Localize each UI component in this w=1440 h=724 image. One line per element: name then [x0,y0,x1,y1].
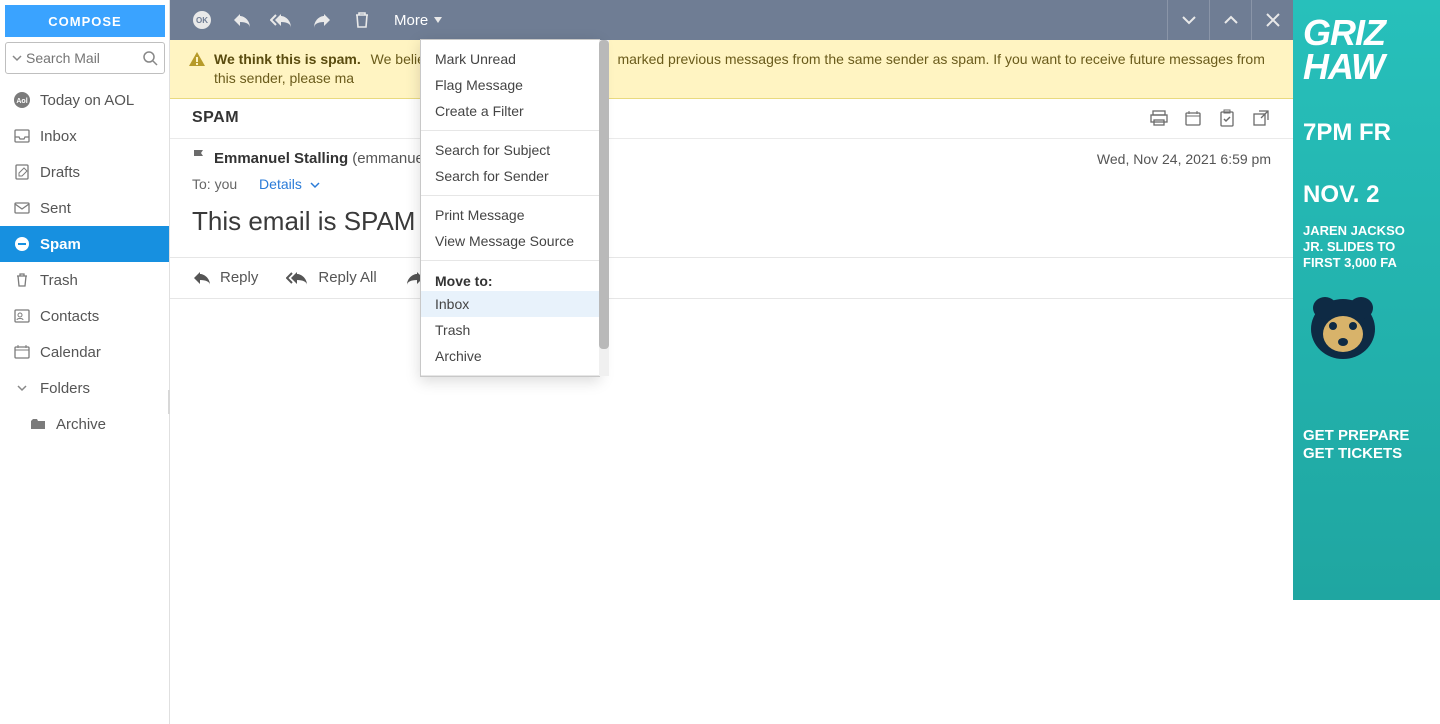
search-mail[interactable] [5,42,165,74]
calendar-add-icon[interactable] [1183,108,1203,128]
popout-icon[interactable] [1251,108,1271,128]
menu-print[interactable]: Print Message [421,202,599,228]
message-nav [1167,0,1293,40]
compose-button[interactable]: COMPOSE [5,5,165,37]
nav-folders[interactable]: Folders [0,370,169,406]
delete-button[interactable] [342,0,382,40]
aol-icon: Aol [12,92,32,108]
menu-mark-unread[interactable]: Mark Unread [421,46,599,72]
reply-button[interactable] [222,0,262,40]
nav-calendar-label: Calendar [40,344,101,361]
nav-sent-label: Sent [40,200,71,217]
folder-row: SPAM [170,99,1293,139]
chevron-down-icon [12,383,32,393]
nav-today-label: Today on AOL [40,92,134,109]
sent-icon [12,202,32,214]
nav-list: Aol Today on AOL Inbox Drafts Sent Spam … [0,82,169,442]
nav-trash[interactable]: Trash [0,262,169,298]
menu-scrollbar-thumb[interactable] [599,40,609,349]
folder-icon [28,418,48,430]
menu-move-archive[interactable]: Archive [421,343,599,369]
ad-subtext: JAREN JACKSO JR. SLIDES TO FIRST 3,000 F… [1303,223,1430,272]
more-button[interactable]: More [382,0,454,40]
menu-search-subject[interactable]: Search for Subject [421,137,599,163]
nav-inbox-label: Inbox [40,128,77,145]
calendar-icon [12,345,32,359]
menu-create-filter[interactable]: Create a Filter [421,98,599,124]
more-menu: Mark Unread Flag Message Create a Filter… [420,39,600,377]
svg-text:Aol: Aol [16,98,27,105]
ad-footer: GET PREPARE GET TICKETS [1303,427,1430,463]
message-content: We think this is spam. We believe marked… [170,40,1293,724]
svg-text:OK: OK [196,16,208,25]
nav-today[interactable]: Aol Today on AOL [0,82,169,118]
from-name: Emmanuel Stalling [214,150,348,167]
folder-name: SPAM [192,109,239,127]
sidebar: COMPOSE Aol Today on AOL Inbox Drafts Se… [0,0,170,724]
warning-icon [188,51,206,70]
menu-search-sender[interactable]: Search for Sender [421,163,599,189]
to-label: To: [192,176,211,192]
banner-title: We think this is spam. [214,51,361,67]
reply-action[interactable]: Reply [192,269,258,286]
message-date: Wed, Nov 24, 2021 6:59 pm [1097,151,1271,167]
message-subject: This email is SPAM [192,206,1271,237]
grizzlies-logo-icon [1303,294,1430,367]
reply-bar: Reply Reply All [170,257,1293,299]
more-label: More [394,12,428,29]
ad-date: NOV. 2 [1303,182,1430,207]
ad-time: 7PM FR [1303,120,1430,145]
nav-contacts-label: Contacts [40,308,99,325]
spam-icon [12,236,32,252]
chevron-down-icon [310,181,320,189]
message-toolbar: OK More [170,0,1293,40]
menu-flag-message[interactable]: Flag Message [421,72,599,98]
contacts-icon [12,309,32,323]
nav-trash-label: Trash [40,272,78,289]
ad-headline-1: GRIZ [1303,16,1430,50]
next-message-button[interactable] [1167,0,1209,40]
reply-all-icon [286,271,310,285]
menu-move-inbox[interactable]: Inbox [421,291,599,317]
flag-icon[interactable] [192,149,206,168]
inbox-icon [12,129,32,143]
nav-spam[interactable]: Spam [0,226,169,262]
search-input[interactable] [26,50,138,66]
menu-scrollbar-track [599,40,609,376]
reply-all-button[interactable] [262,0,302,40]
search-icon[interactable] [142,50,158,66]
ok-button[interactable]: OK [182,0,222,40]
task-icon[interactable] [1217,108,1237,128]
prev-message-button[interactable] [1209,0,1251,40]
forward-button[interactable] [302,0,342,40]
to-value: you [215,176,238,192]
ad-banner[interactable]: GRIZ HAW 7PM FR NOV. 2 JAREN JACKSO JR. … [1293,0,1440,600]
message-header: Emmanuel Stalling (emmanuelkstal Wed, No… [170,139,1293,243]
drafts-icon [12,164,32,180]
close-message-button[interactable] [1251,0,1293,40]
nav-drafts[interactable]: Drafts [0,154,169,190]
reply-icon [192,271,212,285]
menu-move-header: Move to: [421,267,599,291]
caret-down-icon [434,17,442,23]
chevron-down-icon [12,53,22,63]
nav-archive-label: Archive [56,416,106,433]
nav-calendar[interactable]: Calendar [0,334,169,370]
nav-spam-label: Spam [40,236,81,253]
menu-move-trash[interactable]: Trash [421,317,599,343]
spam-banner: We think this is spam. We believe marked… [170,40,1293,99]
details-toggle[interactable]: Details [259,176,320,192]
print-icon[interactable] [1149,108,1169,128]
nav-drafts-label: Drafts [40,164,80,181]
nav-archive[interactable]: Archive [0,406,169,442]
menu-view-source[interactable]: View Message Source [421,228,599,254]
nav-folders-label: Folders [40,380,90,397]
nav-sent[interactable]: Sent [0,190,169,226]
reply-all-action[interactable]: Reply All [286,269,376,286]
nav-contacts[interactable]: Contacts [0,298,169,334]
trash-icon [12,272,32,288]
nav-inbox[interactable]: Inbox [0,118,169,154]
ad-headline-2: HAW [1303,50,1430,84]
